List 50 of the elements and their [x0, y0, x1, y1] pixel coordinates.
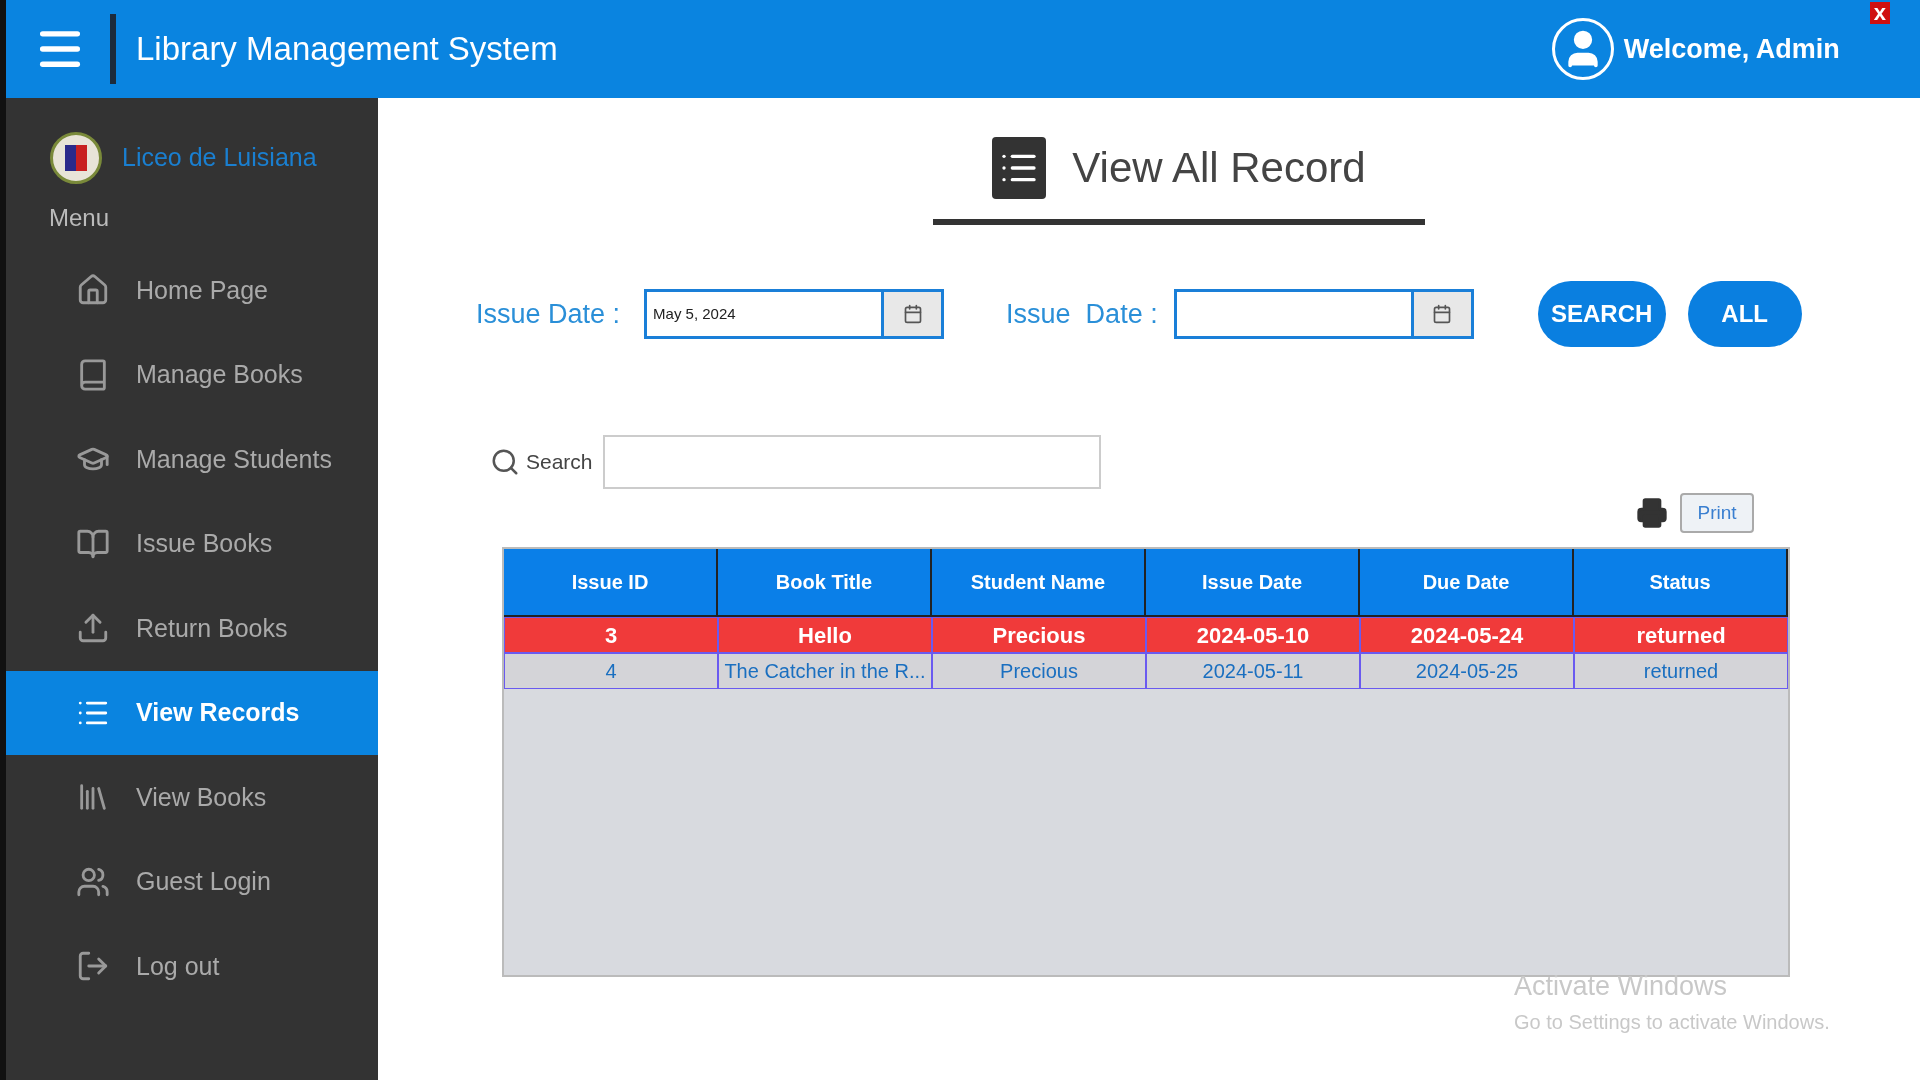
table-cell: Precious — [932, 617, 1146, 653]
sidebar-item[interactable]: Log out — [6, 924, 378, 1009]
search-button[interactable]: SEARCH — [1537, 281, 1666, 347]
calendar-icon[interactable] — [1432, 304, 1453, 324]
sidebar-item[interactable]: Return Books — [6, 586, 378, 671]
table-cell: returned — [1574, 653, 1788, 689]
list-icon — [992, 136, 1047, 199]
sidebar-item[interactable]: Guest Login — [6, 839, 378, 924]
menu-heading: Menu — [49, 203, 110, 233]
table-cell: 2024-05-25 — [1360, 653, 1574, 689]
table-row[interactable]: 4 The Catcher in the R... Precious 2024-05-11 2024-05-25 returned — [504, 653, 1788, 689]
user-avatar-icon — [1551, 18, 1614, 80]
table-cell: returned — [1574, 617, 1788, 653]
table-cell: 4 — [504, 653, 718, 689]
sidebar-item[interactable]: Manage Books — [6, 332, 378, 417]
sidebar-item[interactable]: Issue Books — [6, 501, 378, 586]
table-cell: 2024-05-24 — [1360, 617, 1574, 653]
table-cell: The Catcher in the R... — [718, 653, 932, 689]
close-button[interactable]: x — [1869, 2, 1890, 24]
app-title: Library Management System — [136, 29, 558, 70]
sidebar-item[interactable]: View Books — [6, 755, 378, 840]
column-header: Issue Date — [1146, 549, 1360, 615]
column-header: Student Name — [932, 549, 1146, 615]
page-title: View All Record — [1072, 143, 1366, 193]
table-cell: Hello — [718, 617, 932, 653]
sidebar-item[interactable]: View Records — [6, 670, 378, 755]
welcome-text: Welcome, Admin — [1623, 32, 1840, 66]
column-header: Book Title — [718, 549, 932, 615]
table-cell: 3 — [504, 617, 718, 653]
school-seal-icon — [50, 132, 102, 184]
table-cell: 2024-05-11 — [1146, 653, 1360, 689]
sidebar-item[interactable]: Manage Students — [6, 417, 378, 502]
table-row[interactable]: 3 Hello Precious 2024-05-10 2024-05-24 returned — [504, 617, 1788, 653]
column-header: Due Date — [1360, 549, 1574, 615]
all-button[interactable]: ALL — [1687, 281, 1802, 347]
table-cell: Precious — [932, 653, 1146, 689]
date-field[interactable] — [1173, 289, 1474, 339]
school-name: Liceo de Luisiana — [122, 142, 317, 174]
sidebar-item[interactable]: Home Page — [6, 248, 378, 333]
search-icon — [490, 447, 520, 477]
search-label: Search — [526, 449, 593, 476]
field-label: Issue Date : — [1006, 297, 1158, 331]
field-label: Issue Date : — [476, 297, 621, 331]
date-field[interactable]: May 5, 2024 — [644, 289, 945, 339]
table-cell: 2024-05-10 — [1146, 617, 1360, 653]
calendar-icon[interactable] — [902, 304, 923, 324]
search-field[interactable] — [602, 435, 1101, 489]
column-header: Status — [1574, 549, 1788, 615]
print-button[interactable]: Print — [1680, 493, 1754, 533]
column-header: Issue ID — [504, 549, 718, 615]
